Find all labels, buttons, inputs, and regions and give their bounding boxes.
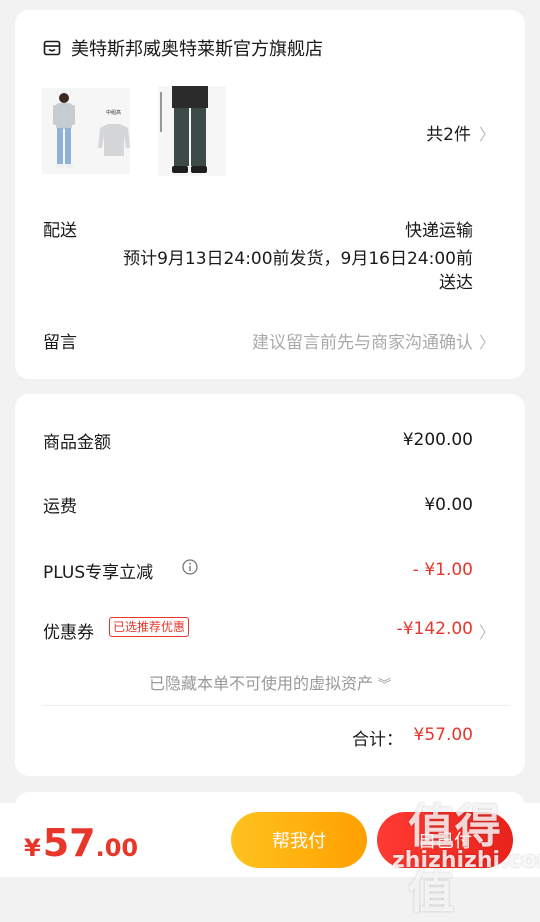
shop-name: 美特斯邦威奥特莱斯官方旗舰店 <box>71 39 323 60</box>
product-image-jeans[interactable] <box>158 86 226 176</box>
currency-symbol: ¥ <box>24 834 41 862</box>
plus-discount-value: - ¥1.00 <box>412 560 473 580</box>
bottom-total: ¥ 57 .00 <box>24 821 138 865</box>
total-decimal: .00 <box>95 834 139 862</box>
total-label: 合计： <box>352 730 403 750</box>
total-integer: 57 <box>42 821 96 865</box>
plus-discount-label: PLUS专享立减 <box>43 563 154 583</box>
delivery-method[interactable]: 快递运输 <box>405 216 473 241</box>
chevron-right-icon[interactable]: 〉 <box>479 121 495 145</box>
message-input[interactable]: 建议留言前先与商家沟通确认 <box>252 328 473 353</box>
shipping-value: ¥0.00 <box>424 495 473 515</box>
message-label: 留言 <box>43 333 77 353</box>
bottom-pay-bar: ¥ 57 .00 帮我付 自己付 <box>0 803 540 877</box>
jeans-photo <box>158 86 226 176</box>
pay-myself-button[interactable]: 自己付 <box>377 812 513 868</box>
hidden-assets-toggle[interactable]: 已隐藏本单不可使用的虚拟资产 ︾ <box>15 670 525 694</box>
sweater-image-text: 中组高 <box>106 109 121 116</box>
chevron-right-icon[interactable]: 〉 <box>479 329 495 353</box>
price-card: 商品金额 ¥200.00 运费 ¥0.00 PLUS专享立减 - ¥1.00 优… <box>15 394 525 776</box>
coupon-label: 优惠券 <box>43 623 94 643</box>
product-image-sweater[interactable]: 中组高 <box>42 88 130 174</box>
chevron-right-icon[interactable]: 〉 <box>479 619 495 643</box>
order-card: 美特斯邦威奥特莱斯官方旗舰店 中组高 共2件 〉 配送 快递运输 预计9月13日… <box>15 10 525 379</box>
goods-amount-value: ¥200.00 <box>402 430 473 450</box>
delivery-label: 配送 <box>43 221 77 241</box>
delivery-estimate-line2: 送达 <box>439 273 473 293</box>
shop-icon <box>43 40 61 56</box>
divider <box>43 705 509 706</box>
info-icon[interactable] <box>182 559 198 575</box>
goods-amount-label: 商品金额 <box>43 433 111 453</box>
help-me-pay-button[interactable]: 帮我付 <box>231 812 367 868</box>
delivery-estimate-line1: 预计9月13日24:00前发货，9月16日24:00前 <box>123 249 473 269</box>
hidden-assets-text: 已隐藏本单不可使用的虚拟资产 <box>148 674 373 693</box>
shop-header[interactable]: 美特斯邦威奥特莱斯官方旗舰店 <box>43 36 323 60</box>
coupon-value[interactable]: -¥142.00 <box>397 619 473 639</box>
chevron-down-icon: ︾ <box>378 678 392 693</box>
total-value: ¥57.00 <box>413 725 473 745</box>
coupon-recommend-tag: 已选推荐优惠 <box>109 617 190 637</box>
product-count[interactable]: 共2件 <box>426 120 471 145</box>
shipping-label: 运费 <box>43 497 77 517</box>
sweater-photo: 中组高 <box>42 88 130 174</box>
